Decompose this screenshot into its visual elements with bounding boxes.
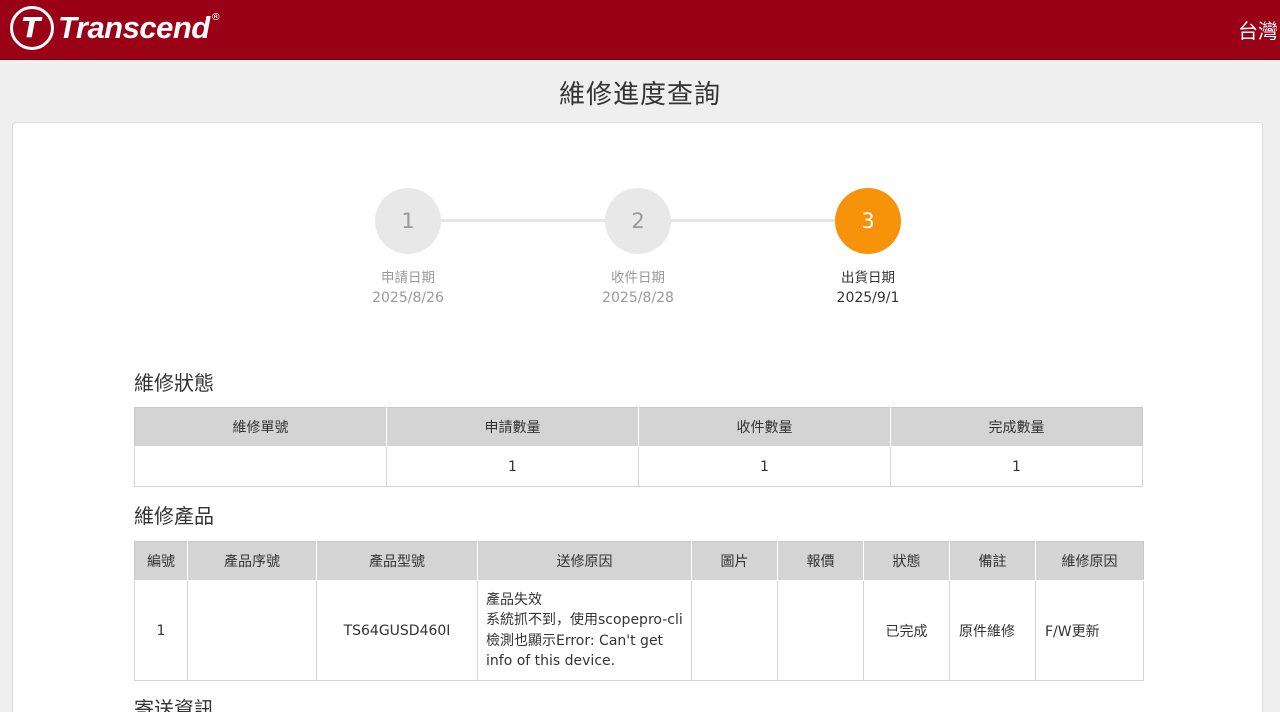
product-model: TS64GUSD460I (316, 580, 478, 681)
column-header: 申請數量 (386, 407, 639, 447)
column-header: 完成數量 (890, 407, 1143, 447)
received-quantity: 1 (638, 446, 891, 487)
reason-line: 檢測也顯示Error: Can't get (486, 632, 664, 649)
step-date: 2025/9/1 (836, 290, 900, 306)
table-row: 1 1 1 (134, 446, 1143, 487)
table-header-row: 維修單號 申請數量 收件數量 完成數量 (134, 407, 1143, 447)
step-number: 3 (835, 188, 901, 254)
product-quote (777, 580, 864, 681)
repair-reason: F/W更新 (1035, 580, 1144, 681)
reason-line: 系統抓不到，使用scopepro-cli (486, 612, 683, 628)
product-status: 已完成 (863, 580, 950, 681)
page-title: 維修進度查詢 (558, 80, 721, 110)
step-number: 1 (375, 188, 441, 254)
step-apply: 1 申請日期 2025/8/26 (348, 188, 468, 306)
step-label: 出貨日期 (841, 270, 895, 286)
progress-steps: 1 申請日期 2025/8/26 2 收件日期 2025/8/28 3 出貨日期… (13, 123, 1262, 323)
step-received: 2 收件日期 2025/8/28 (578, 188, 698, 306)
shipping-info-title: 寄送資訊 (134, 697, 214, 712)
column-header: 產品型號 (316, 541, 478, 581)
step-label: 收件日期 (611, 270, 665, 286)
step-date: 2025/8/28 (602, 290, 674, 306)
region-selector[interactable]: 台灣 (1238, 15, 1278, 44)
column-header: 維修單號 (134, 407, 387, 447)
repair-products-title: 維修產品 (134, 504, 214, 528)
column-header: 產品序號 (187, 541, 317, 581)
column-header: 報價 (777, 541, 864, 581)
logo-text: Transcend (58, 10, 210, 45)
reason-line: 產品失效 (486, 591, 542, 608)
top-bar: T Transcend ® 台灣 (0, 0, 1280, 60)
column-header: 狀態 (863, 541, 950, 581)
content-card: 1 申請日期 2025/8/26 2 收件日期 2025/8/28 3 出貨日期… (12, 122, 1263, 712)
product-note: 原件維修 (949, 580, 1036, 681)
transcend-logo[interactable]: T Transcend ® (10, 6, 221, 50)
product-image (691, 580, 778, 681)
step-label: 申請日期 (381, 270, 435, 286)
column-header: 備註 (949, 541, 1036, 581)
step-number: 2 (605, 188, 671, 254)
repair-products-table: 編號 產品序號 產品型號 送修原因 圖片 報價 狀態 備註 維修原因 1 TS6… (134, 541, 1144, 681)
repair-status-table: 維修單號 申請數量 收件數量 完成數量 1 1 1 (134, 407, 1143, 487)
step-date: 2025/8/26 (372, 290, 444, 306)
repair-request-reason: 產品失效 系統抓不到，使用scopepro-cli 檢測也顯示Error: Ca… (477, 580, 692, 681)
column-header: 送修原因 (477, 541, 692, 581)
completed-quantity: 1 (890, 446, 1143, 487)
logo-registered-mark: ® (210, 12, 221, 23)
product-number: 1 (134, 580, 188, 681)
table-row: 1 TS64GUSD460I 產品失效 系統抓不到，使用scopepro-cli… (134, 580, 1144, 681)
logo-circle-icon: T (10, 6, 54, 50)
column-header: 編號 (134, 541, 188, 581)
repair-status-title: 維修狀態 (134, 371, 214, 395)
applied-quantity: 1 (386, 446, 639, 487)
column-header: 收件數量 (638, 407, 891, 447)
column-header: 圖片 (691, 541, 778, 581)
product-serial (187, 580, 317, 681)
table-header-row: 編號 產品序號 產品型號 送修原因 圖片 報價 狀態 備註 維修原因 (134, 541, 1144, 581)
step-shipped: 3 出貨日期 2025/9/1 (808, 188, 928, 306)
repair-order-number (134, 446, 387, 487)
column-header: 維修原因 (1035, 541, 1144, 581)
reason-line: info of this device. (486, 653, 616, 669)
logo-mark-letter: T (21, 10, 41, 44)
